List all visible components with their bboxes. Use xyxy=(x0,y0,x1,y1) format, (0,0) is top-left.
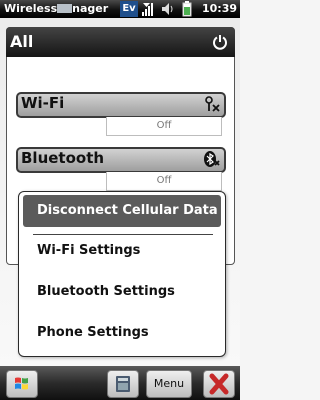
battery-icon[interactable] xyxy=(181,1,193,17)
menu-item-wifi-settings[interactable]: Wi-Fi Settings xyxy=(23,235,221,267)
menu-softkey-button[interactable]: Menu xyxy=(146,370,192,398)
menu-item-label: Wi-Fi Settings xyxy=(37,243,141,258)
wifi-antenna-icon xyxy=(205,96,220,112)
softkey-bar: Menu xyxy=(0,366,240,400)
start-button[interactable] xyxy=(6,370,38,398)
menu-item-label: Bluetooth Settings xyxy=(37,284,175,299)
window-title: Wireless nager xyxy=(4,2,108,15)
window-title-left: Wireless xyxy=(4,2,58,15)
bluetooth-status: Off xyxy=(106,172,222,191)
menu-item-label: Phone Settings xyxy=(37,325,149,340)
volume-icon[interactable] xyxy=(160,1,176,17)
menu-item-label: Disconnect Cellular Data xyxy=(37,203,218,218)
bluetooth-toggle-button[interactable]: Bluetooth xyxy=(16,147,226,173)
window-title-right: nager xyxy=(72,2,109,15)
bluetooth-icon xyxy=(204,151,220,167)
windows-logo-icon xyxy=(15,377,28,390)
panel-header: All xyxy=(6,27,235,57)
title-occlusion xyxy=(57,4,73,13)
panel-title: All xyxy=(10,32,34,51)
keyboard-icon xyxy=(116,376,130,392)
network-type-icon[interactable]: Ev xyxy=(120,1,138,17)
keyboard-button[interactable] xyxy=(107,370,139,398)
signal-strength-icon[interactable] xyxy=(141,1,157,17)
menu-item-phone-settings[interactable]: Phone Settings xyxy=(23,317,221,349)
close-button[interactable] xyxy=(203,370,235,398)
wifi-status: Off xyxy=(106,117,222,136)
bluetooth-label: Bluetooth xyxy=(21,149,105,167)
context-menu: Disconnect Cellular Data Wi-Fi Settings … xyxy=(18,191,226,357)
power-icon[interactable] xyxy=(211,33,229,51)
wifi-toggle-button[interactable]: Wi-Fi xyxy=(16,92,226,118)
status-bar: Wireless nager Ev 10:39 xyxy=(0,0,240,18)
menu-item-disconnect-cellular-data[interactable]: Disconnect Cellular Data xyxy=(23,195,221,227)
wifi-label: Wi-Fi xyxy=(21,94,65,112)
close-icon xyxy=(209,373,229,395)
menu-item-bluetooth-settings[interactable]: Bluetooth Settings xyxy=(23,276,221,308)
clock[interactable]: 10:39 xyxy=(202,2,237,15)
